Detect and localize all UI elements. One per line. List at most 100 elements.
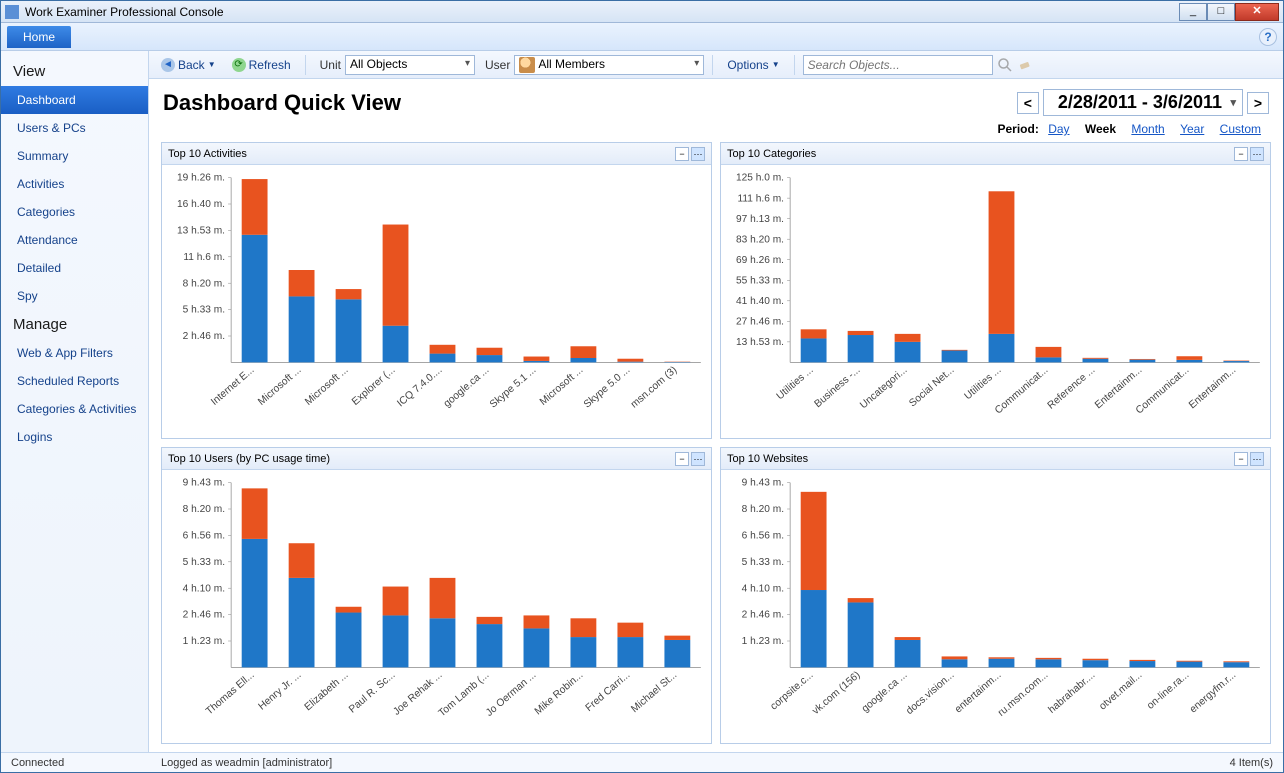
unit-select[interactable]: All Objects [345,55,475,75]
bar[interactable] [1036,658,1062,659]
minimize-button[interactable]: _ [1179,3,1207,21]
bar[interactable] [801,492,827,590]
bar[interactable] [848,602,874,667]
bar[interactable] [1036,659,1062,667]
date-range-picker[interactable]: 2/28/2011 - 3/6/2011 [1043,89,1243,116]
refresh-button[interactable]: ⟳ Refresh [226,56,297,74]
bar[interactable] [848,598,874,602]
maximize-button[interactable]: □ [1207,3,1235,21]
period-year[interactable]: Year [1180,122,1204,136]
bar[interactable] [848,335,874,362]
sidebar-item-scheduled-reports[interactable]: Scheduled Reports [1,367,148,395]
panel-menu-button[interactable]: ⋯ [1250,147,1264,161]
bar[interactable] [1176,360,1202,363]
panel-collapse-button[interactable]: − [1234,452,1248,466]
bar[interactable] [1036,347,1062,357]
sidebar-item-categories[interactable]: Categories [1,198,148,226]
bar[interactable] [848,331,874,335]
bar[interactable] [989,657,1015,658]
bar[interactable] [383,225,409,326]
bar[interactable] [1129,660,1155,661]
date-next-button[interactable]: > [1247,92,1269,114]
bar[interactable] [524,615,550,628]
panel-collapse-button[interactable]: − [675,147,689,161]
bar[interactable] [242,235,268,363]
bar[interactable] [664,636,690,640]
bar[interactable] [570,358,596,362]
panel-menu-button[interactable]: ⋯ [691,452,705,466]
bar[interactable] [1129,661,1155,667]
sidebar-item-categories-activities[interactable]: Categories & Activities [1,395,148,423]
bar[interactable] [1176,662,1202,668]
sidebar-item-attendance[interactable]: Attendance [1,226,148,254]
panel-collapse-button[interactable]: − [1234,147,1248,161]
bar[interactable] [1176,356,1202,360]
search-icon[interactable] [997,57,1013,73]
bar[interactable] [477,355,503,362]
bar[interactable] [989,191,1015,334]
bar[interactable] [1223,662,1249,667]
bar[interactable] [477,624,503,667]
bar[interactable] [895,342,921,363]
bar[interactable] [570,618,596,637]
bar[interactable] [383,615,409,667]
bar[interactable] [1129,360,1155,363]
bar[interactable] [242,488,268,539]
bar[interactable] [1083,358,1109,359]
sidebar-item-detailed[interactable]: Detailed [1,254,148,282]
bar[interactable] [336,299,362,362]
bar[interactable] [989,659,1015,668]
bar[interactable] [1176,661,1202,662]
bar[interactable] [242,179,268,235]
bar[interactable] [895,640,921,667]
bar[interactable] [617,623,643,637]
period-custom[interactable]: Custom [1220,122,1261,136]
bar[interactable] [336,607,362,613]
bar[interactable] [617,362,643,363]
bar[interactable] [383,326,409,363]
bar[interactable] [1083,660,1109,667]
bar[interactable] [383,587,409,616]
bar[interactable] [617,359,643,362]
help-button[interactable]: ? [1259,28,1277,46]
sidebar-item-web-app-filters[interactable]: Web & App Filters [1,339,148,367]
period-day[interactable]: Day [1048,122,1069,136]
bar[interactable] [336,613,362,668]
bar[interactable] [1223,661,1249,662]
bar[interactable] [570,637,596,667]
bar[interactable] [430,578,456,618]
bar[interactable] [1083,659,1109,660]
bar[interactable] [895,334,921,342]
sidebar-item-spy[interactable]: Spy [1,282,148,310]
bar[interactable] [942,656,968,659]
sidebar-item-activities[interactable]: Activities [1,170,148,198]
bar[interactable] [895,637,921,640]
sidebar-item-logins[interactable]: Logins [1,423,148,451]
sidebar-item-users-pcs[interactable]: Users & PCs [1,114,148,142]
bar[interactable] [1223,361,1249,362]
bar[interactable] [801,590,827,667]
sidebar-item-dashboard[interactable]: Dashboard [1,86,148,114]
bar[interactable] [942,351,968,363]
eraser-icon[interactable] [1017,57,1033,73]
bar[interactable] [1036,357,1062,362]
bar[interactable] [942,659,968,667]
bar[interactable] [801,338,827,362]
close-button[interactable]: ✕ [1235,3,1279,21]
bar[interactable] [430,345,456,354]
bar[interactable] [477,348,503,355]
bar[interactable] [570,346,596,358]
bar[interactable] [289,296,315,362]
panel-collapse-button[interactable]: − [675,452,689,466]
user-select[interactable]: All Members [514,55,704,75]
bar[interactable] [617,637,643,667]
bar[interactable] [477,617,503,624]
period-week[interactable]: Week [1085,122,1116,136]
panel-menu-button[interactable]: ⋯ [1250,452,1264,466]
back-button[interactable]: ◄ Back ▼ [155,56,222,74]
bar[interactable] [524,628,550,667]
bar[interactable] [289,578,315,668]
period-month[interactable]: Month [1131,122,1164,136]
bar[interactable] [1129,359,1155,360]
bar[interactable] [430,354,456,363]
